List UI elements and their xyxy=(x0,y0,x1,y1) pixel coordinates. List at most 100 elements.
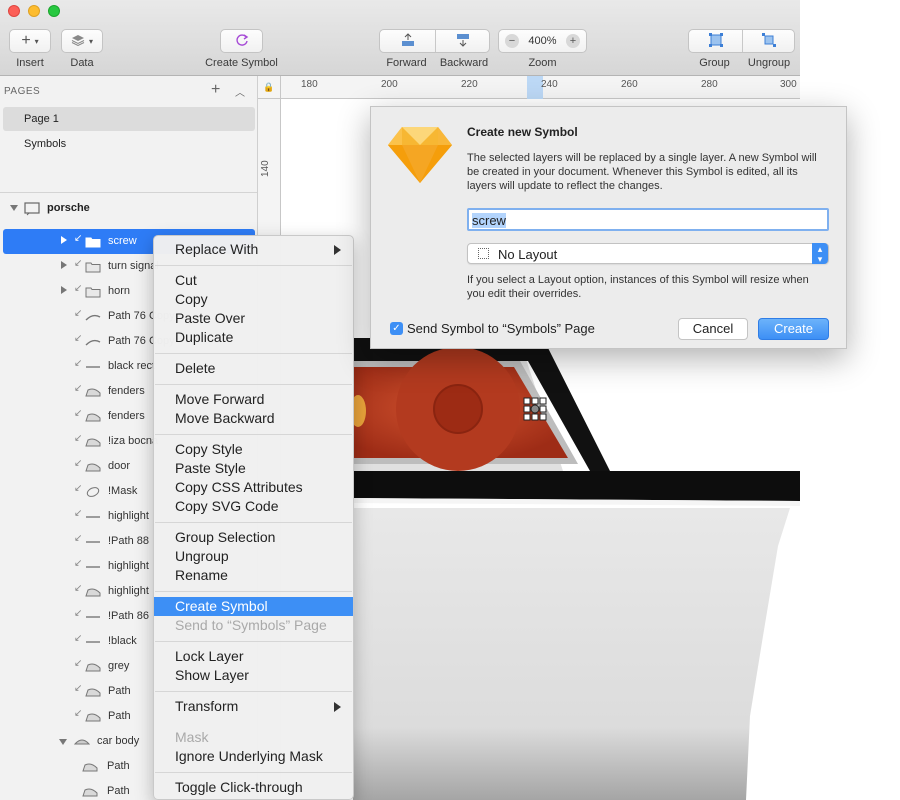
layer-name: Path xyxy=(107,760,130,772)
sketch-logo-icon xyxy=(388,125,452,188)
menu-item-duplicate[interactable]: Duplicate xyxy=(154,328,353,347)
menu-item-label: Transform xyxy=(175,698,239,714)
ruler-tick: 240 xyxy=(541,79,558,90)
mask-arrow-icon: ↙ xyxy=(74,558,83,569)
menu-item-ignore-underlying-mask[interactable]: Ignore Underlying Mask xyxy=(154,747,353,766)
chevron-down-icon: ▾ xyxy=(88,36,93,46)
zoom-out-button[interactable]: − xyxy=(505,34,519,48)
menu-item-label: Send to “Symbols” Page xyxy=(175,617,327,633)
create-symbol-button[interactable] xyxy=(220,29,263,53)
menu-item-group-selection[interactable]: Group Selection xyxy=(154,528,353,547)
minimize-window-button[interactable] xyxy=(28,5,40,17)
create-button[interactable]: Create xyxy=(758,318,829,340)
menu-item-label: Replace With xyxy=(175,241,259,257)
mask-arrow-icon: ↙ xyxy=(74,383,83,394)
menu-item-label: Copy Style xyxy=(175,441,243,457)
artboard-name: porsche xyxy=(47,202,90,214)
disclosure-open-icon[interactable] xyxy=(10,205,18,211)
line-shape-icon xyxy=(85,561,101,576)
disclosure-closed-icon[interactable] xyxy=(61,261,67,269)
bring-forward-icon xyxy=(400,32,416,50)
disclosure-open-icon[interactable] xyxy=(59,739,67,745)
layer-name: !Path 88 xyxy=(108,535,149,547)
layer-name: !Mask xyxy=(108,485,138,497)
menu-item-rename[interactable]: Rename xyxy=(154,566,353,585)
mask-arrow-icon: ↙ xyxy=(74,233,83,244)
close-window-button[interactable] xyxy=(8,5,20,17)
backward-button[interactable] xyxy=(436,30,490,52)
page-item-symbols[interactable]: Symbols xyxy=(3,132,255,156)
send-backward-icon xyxy=(455,33,471,50)
layer-name: highlight xyxy=(108,510,149,522)
forward-label: Forward xyxy=(386,57,427,69)
line-shape-icon xyxy=(85,361,101,376)
menu-item-copy[interactable]: Copy xyxy=(154,290,353,309)
ruler-tick: 200 xyxy=(381,79,398,90)
mask-arrow-icon: ↙ xyxy=(74,533,83,544)
menu-item-create-symbol[interactable]: Create Symbol xyxy=(154,597,353,616)
menu-item-label: Delete xyxy=(175,360,216,376)
zoom-in-button[interactable]: + xyxy=(565,34,580,48)
layer-name: Path xyxy=(107,785,130,797)
zoom-window-button[interactable] xyxy=(48,5,60,17)
zoom-label: Zoom xyxy=(528,57,557,69)
menu-item-replace-with[interactable]: Replace With xyxy=(154,240,353,259)
menu-item-show-layer[interactable]: Show Layer xyxy=(154,666,353,685)
shape-icon xyxy=(85,661,101,676)
add-page-button[interactable]: + xyxy=(211,81,220,99)
menu-item-lock-layer[interactable]: Lock Layer xyxy=(154,647,353,666)
menu-item-copy-svg-code[interactable]: Copy SVG Code xyxy=(154,497,353,516)
menu-item-ungroup[interactable]: Ungroup xyxy=(154,547,353,566)
symbol-name-input[interactable]: screw xyxy=(467,208,829,231)
shape-icon xyxy=(82,761,98,776)
shape-icon xyxy=(85,711,101,726)
disclosure-closed-icon[interactable] xyxy=(61,286,67,294)
menu-item-cut[interactable]: Cut xyxy=(154,271,353,290)
menu-item-transform[interactable]: Transform xyxy=(154,697,353,716)
disclosure-closed-icon[interactable] xyxy=(61,236,67,244)
menu-item-mask: Mask xyxy=(154,728,353,747)
collapse-pages-icon[interactable]: ︿ xyxy=(235,84,245,99)
page-item-page-1[interactable]: Page 1 xyxy=(3,107,255,131)
menu-separator xyxy=(155,522,352,523)
pages-header: PAGES xyxy=(4,86,41,97)
menu-item-label: Copy CSS Attributes xyxy=(175,479,303,495)
ungroup-button[interactable] xyxy=(743,30,795,52)
backward-label: Backward xyxy=(439,57,489,69)
menu-item-move-backward[interactable]: Move Backward xyxy=(154,409,353,428)
lock-icon[interactable]: 🔒 xyxy=(258,76,281,99)
menu-item-copy-style[interactable]: Copy Style xyxy=(154,440,353,459)
send-to-symbols-checkbox[interactable]: ✓ xyxy=(390,322,403,335)
layer-name: black rect xyxy=(108,360,156,372)
mask-arrow-icon: ↙ xyxy=(74,608,83,619)
shape-icon xyxy=(85,386,101,401)
layer-name: !Path 86 xyxy=(108,610,149,622)
menu-item-paste-style[interactable]: Paste Style xyxy=(154,459,353,478)
layer-name: horn xyxy=(108,285,131,297)
group-button[interactable] xyxy=(689,30,742,52)
forward-button[interactable] xyxy=(380,30,435,52)
shape-icon xyxy=(85,686,101,701)
line-shape-icon xyxy=(85,511,101,526)
menu-item-label: Ignore Underlying Mask xyxy=(175,748,323,764)
chevron-down-icon: ▾ xyxy=(34,36,39,46)
menu-item-copy-css-attributes[interactable]: Copy CSS Attributes xyxy=(154,478,353,497)
menu-item-move-forward[interactable]: Move Forward xyxy=(154,390,353,409)
zoom-control: − 400% + xyxy=(498,29,587,53)
menu-separator xyxy=(155,434,352,435)
artboard-row[interactable]: porsche xyxy=(0,197,257,221)
menu-item-toggle-click-through[interactable]: Toggle Click-through xyxy=(154,778,353,797)
data-label: Data xyxy=(70,57,94,69)
menu-item-label: Paste Style xyxy=(175,460,246,476)
plus-icon: + xyxy=(21,32,31,49)
menu-separator xyxy=(155,641,352,642)
layout-select[interactable]: No Layout ▴ ▾ xyxy=(467,243,829,264)
menu-item-delete[interactable]: Delete xyxy=(154,359,353,378)
insert-button[interactable]: + ▾ xyxy=(9,29,51,53)
menu-separator xyxy=(155,353,352,354)
menu-item-paste-over[interactable]: Paste Over xyxy=(154,309,353,328)
menu-item-label: Ungroup xyxy=(175,548,229,564)
cancel-button[interactable]: Cancel xyxy=(678,318,748,340)
layout-icon xyxy=(478,248,489,259)
data-button[interactable]: ▾ xyxy=(61,29,103,53)
